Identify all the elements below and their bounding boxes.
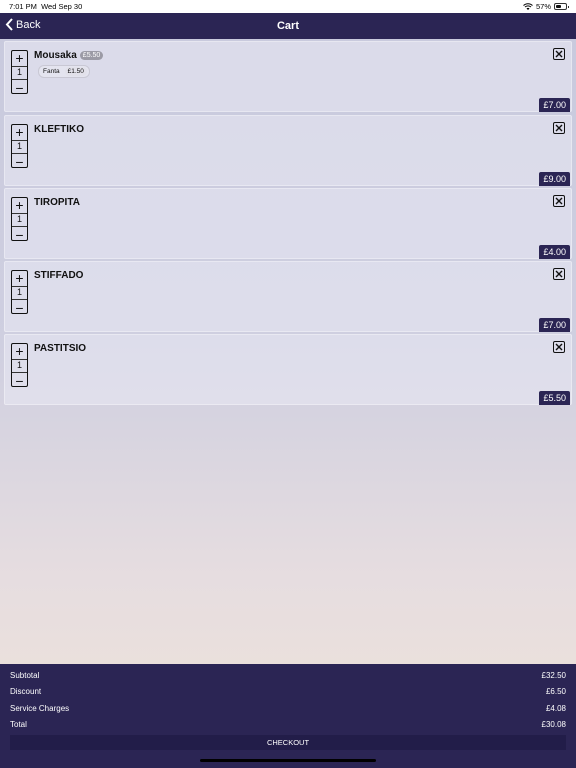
item-price: £7.00 — [539, 318, 570, 332]
subtotal-value: £32.50 — [541, 671, 566, 680]
plus-icon: + — [15, 124, 24, 141]
quantity-stepper: + 1 − — [11, 343, 28, 388]
remove-item-button[interactable] — [553, 341, 565, 353]
item-price: £7.00 — [539, 98, 570, 112]
increment-button[interactable]: + — [12, 271, 27, 286]
status-date-text: Wed Sep 30 — [41, 2, 83, 11]
discount-value: £6.50 — [545, 687, 566, 696]
battery-percent: 57% — [535, 2, 551, 11]
item-base-price: £5.50 — [79, 51, 104, 60]
plus-icon: + — [15, 270, 24, 287]
quantity-value: 1 — [12, 65, 27, 81]
remove-item-button[interactable] — [553, 122, 565, 134]
remove-item-button[interactable] — [553, 195, 565, 207]
cart-item: + 1 − STIFFADO £7.00 — [4, 261, 572, 332]
decrement-button[interactable]: − — [12, 373, 27, 388]
service-charges-label: Service Charges — [10, 704, 70, 713]
close-icon — [555, 270, 563, 278]
quantity-stepper: + 1 − — [11, 50, 28, 95]
item-price: £5.50 — [539, 391, 570, 405]
discount-row: Discount £6.50 — [10, 687, 566, 696]
item-name: TIROPITA — [34, 197, 80, 208]
checkout-button[interactable]: CHECKOUT — [10, 735, 566, 750]
remove-item-button[interactable] — [553, 268, 565, 280]
battery-icon — [554, 3, 569, 10]
discount-label: Discount — [10, 687, 42, 696]
plus-icon: + — [15, 50, 24, 67]
increment-button[interactable]: + — [12, 125, 27, 140]
increment-button[interactable]: + — [12, 51, 27, 66]
item-price: £9.00 — [539, 172, 570, 186]
status-bar: 7:01 PM Wed Sep 30 57% — [0, 0, 576, 13]
item-name: PASTITSIO — [34, 343, 87, 354]
page-title: Cart — [276, 20, 299, 32]
remove-item-button[interactable] — [553, 48, 565, 60]
quantity-value: 1 — [12, 285, 27, 301]
item-name: KLEFTIKO — [34, 124, 84, 135]
modifier-name: Fanta — [43, 68, 60, 75]
plus-icon: + — [15, 343, 24, 360]
cart-item: + 1 − PASTITSIO £5.50 — [4, 334, 572, 405]
cart-item: + 1 − Mousaka £5.50 Fanta £1.50 £7.00 — [4, 41, 572, 112]
cart-item: + 1 − TIROPITA £4.00 — [4, 188, 572, 259]
decrement-button[interactable]: − — [12, 80, 27, 95]
item-name-row: Mousaka £5.50 — [34, 50, 104, 61]
modifier-price: £1.50 — [64, 67, 87, 76]
home-indicator — [200, 759, 376, 762]
item-name: Mousaka — [34, 50, 77, 61]
quantity-value: 1 — [12, 212, 27, 228]
decrement-button[interactable]: − — [12, 300, 27, 315]
cart-item: + 1 − KLEFTIKO £9.00 — [4, 115, 572, 186]
battery-fill — [556, 5, 562, 8]
nav-bar: Back Cart — [0, 13, 576, 39]
close-icon — [555, 197, 563, 205]
decrement-button[interactable]: − — [12, 154, 27, 169]
quantity-value: 1 — [12, 358, 27, 374]
quantity-stepper: + 1 − — [11, 124, 28, 169]
service-charges-row: Service Charges £4.08 — [10, 704, 566, 713]
minus-icon: − — [15, 299, 24, 316]
minus-icon: − — [15, 372, 24, 389]
increment-button[interactable]: + — [12, 344, 27, 359]
item-name: STIFFADO — [34, 270, 84, 281]
plus-icon: + — [15, 197, 24, 214]
total-value: £30.08 — [541, 720, 566, 729]
total-row: Total £30.08 — [10, 720, 566, 729]
wifi-icon — [523, 2, 533, 10]
subtotal-row: Subtotal £32.50 — [10, 671, 566, 680]
minus-icon: − — [15, 153, 24, 170]
item-price: £4.00 — [539, 245, 570, 259]
close-icon — [555, 124, 563, 132]
total-label: Total — [10, 720, 27, 729]
totals-panel: Subtotal £32.50 Discount £6.50 Service C… — [0, 664, 576, 768]
modifier-chip: Fanta £1.50 — [38, 65, 90, 78]
close-icon — [555, 50, 563, 58]
increment-button[interactable]: + — [12, 198, 27, 213]
status-time: 7:01 PM Wed Sep 30 — [9, 2, 82, 11]
close-icon — [555, 343, 563, 351]
minus-icon: − — [15, 79, 24, 96]
subtotal-label: Subtotal — [10, 671, 40, 680]
minus-icon: − — [15, 226, 24, 243]
decrement-button[interactable]: − — [12, 227, 27, 242]
quantity-stepper: + 1 − — [11, 270, 28, 315]
quantity-value: 1 — [12, 139, 27, 155]
status-time-text: 7:01 PM — [9, 2, 37, 11]
quantity-stepper: + 1 − — [11, 197, 28, 242]
status-right: 57% — [523, 2, 569, 11]
service-charges-value: £4.08 — [545, 704, 566, 713]
